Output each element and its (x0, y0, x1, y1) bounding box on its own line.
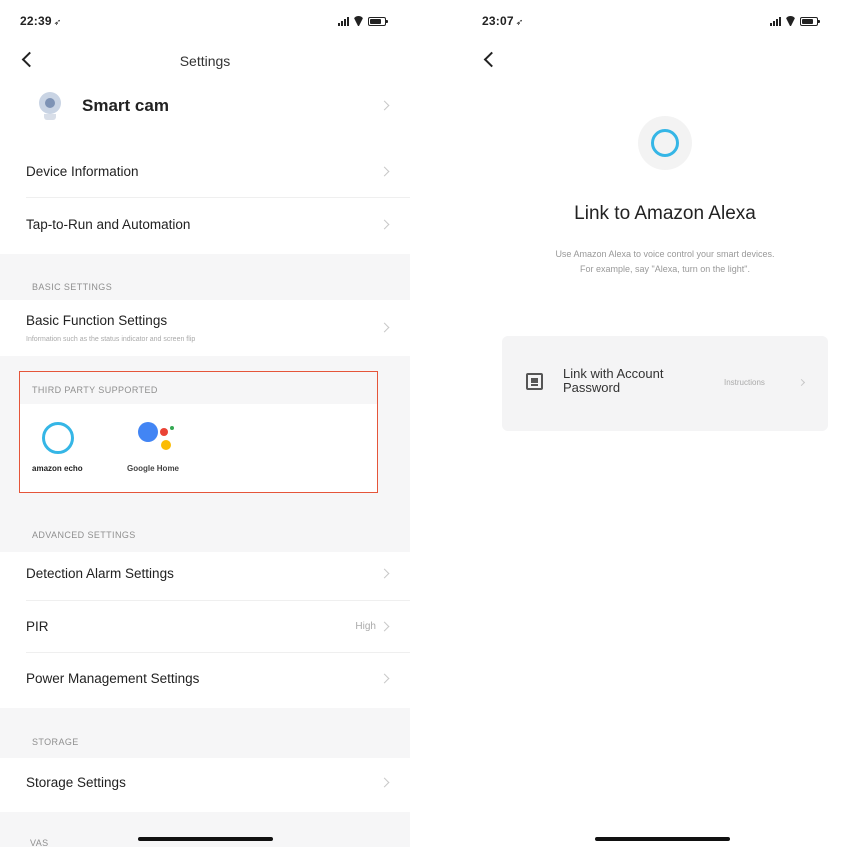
divider (26, 197, 410, 198)
alexa-logo-badge (638, 116, 692, 170)
status-bar: 22:39 ➶ (0, 14, 410, 34)
row-label: Detection Alarm Settings (26, 566, 174, 581)
divider (26, 600, 410, 601)
status-time: 22:39 ➶ (20, 14, 62, 28)
row-device-information[interactable]: Device Information (0, 150, 410, 194)
chevron-right-icon (379, 219, 390, 230)
chevron-right-icon (379, 322, 390, 333)
link-with-account-password-option[interactable]: Link with Account Password Instructions (502, 336, 828, 431)
alexa-ring-icon (42, 422, 74, 454)
page-title: Settings (179, 53, 231, 69)
divider (26, 652, 410, 653)
description: Use Amazon Alexa to voice control your s… (460, 247, 847, 277)
location-arrow-icon: ➶ (53, 17, 62, 27)
section-header-basic-settings: BASIC SETTINGS (0, 254, 410, 300)
row-detection-alarm-settings[interactable]: Detection Alarm Settings (0, 552, 410, 596)
row-label: Device Information (26, 164, 139, 179)
system-icons (770, 16, 820, 26)
chevron-right-icon (797, 378, 806, 387)
section-header-advanced-settings: ADVANCED SETTINGS (0, 506, 410, 552)
home-indicator[interactable] (595, 837, 730, 841)
third-party-header: THIRD PARTY SUPPORTED (20, 372, 377, 404)
system-icons (338, 16, 388, 26)
alexa-integration[interactable]: amazon echo (32, 418, 102, 480)
section-caption: STORAGE (32, 737, 79, 747)
chevron-right-icon (379, 568, 390, 579)
account-card-icon (526, 373, 543, 390)
status-bar: 23:07 ➶ (460, 14, 847, 34)
third-party-highlight-box: THIRD PARTY SUPPORTED amazon echo Google… (19, 371, 378, 493)
row-label: Tap-to-Run and Automation (26, 217, 191, 232)
settings-screen: 22:39 ➶ Settings Smart cam Device Informa… (0, 0, 410, 847)
link-option-label-line-1: Link with Account (563, 366, 664, 381)
link-option-label-line-2: Password (563, 380, 621, 395)
status-time: 23:07 ➶ (482, 14, 524, 28)
wifi-icon (785, 16, 796, 26)
row-power-management-settings[interactable]: Power Management Settings (0, 656, 410, 700)
alexa-label: amazon echo (32, 464, 83, 473)
device-name: Smart cam (82, 96, 169, 115)
row-basic-function-settings[interactable]: Basic Function Settings Information such… (0, 300, 410, 356)
row-label: Storage Settings (26, 775, 126, 790)
row-tap-to-run-automation[interactable]: Tap-to-Run and Automation (0, 202, 410, 246)
signal-icon (338, 16, 349, 26)
row-sublabel: Information such as the status indicator… (26, 336, 196, 343)
battery-icon (368, 17, 388, 26)
row-label: PIR (26, 619, 49, 634)
wifi-icon (353, 16, 364, 26)
device-header-row[interactable]: Smart cam (0, 84, 410, 128)
section-header-storage: STORAGE (0, 708, 410, 758)
chevron-right-icon (379, 166, 390, 177)
section-caption: VAS (30, 838, 49, 847)
pir-value: High (355, 621, 376, 632)
link-option-label: Link with Account Password (563, 367, 663, 395)
chevron-right-icon (379, 621, 390, 632)
section-caption: THIRD PARTY SUPPORTED (32, 385, 158, 395)
description-line-1: Use Amazon Alexa to voice control your s… (555, 249, 775, 259)
google-home-integration[interactable]: Google Home (122, 418, 202, 480)
location-arrow-icon: ➶ (515, 17, 524, 27)
section-caption: ADVANCED SETTINGS (32, 530, 136, 540)
chevron-right-icon (379, 777, 390, 788)
section-header-vas: VAS (0, 812, 410, 847)
battery-icon (800, 17, 820, 26)
signal-icon (770, 16, 781, 26)
row-pir[interactable]: PIR High (0, 604, 410, 648)
link-alexa-screen: 23:07 ➶ Link to Amazon Alexa Use Amazon A… (460, 0, 847, 847)
instructions-link[interactable]: Instructions (724, 378, 765, 387)
chevron-right-icon (379, 673, 390, 684)
row-label: Basic Function Settings (26, 313, 168, 328)
chevron-right-icon (379, 100, 390, 111)
home-indicator[interactable] (138, 837, 273, 841)
row-storage-settings[interactable]: Storage Settings (0, 758, 410, 806)
section-caption: BASIC SETTINGS (32, 282, 113, 292)
row-label: Power Management Settings (26, 671, 200, 686)
google-home-label: Google Home (127, 464, 180, 473)
page-title: Link to Amazon Alexa (574, 203, 756, 224)
back-chevron-left-icon[interactable] (482, 50, 498, 70)
description-line-2: For example, say "Alexa, turn on the lig… (580, 264, 750, 274)
smart-camera-icon (38, 92, 62, 122)
alexa-ring-icon (651, 129, 679, 157)
